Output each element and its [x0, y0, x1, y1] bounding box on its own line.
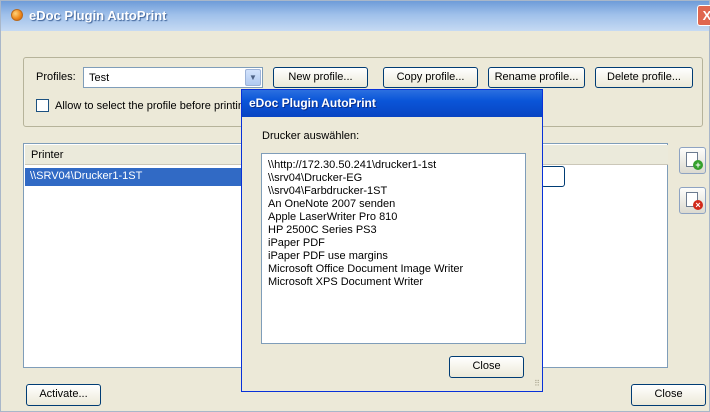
dialog-printer-item[interactable]: Microsoft Office Document Image Writer: [268, 263, 463, 275]
activate-button[interactable]: Activate...: [26, 384, 101, 406]
new-profile-button[interactable]: New profile...: [273, 67, 368, 88]
dialog-printer-item[interactable]: \\srv04\Farbdrucker-1ST: [268, 185, 387, 197]
printer-name: \\SRV04\Drucker1-1ST: [30, 170, 143, 182]
dialog-close-button[interactable]: Close: [449, 356, 524, 378]
dialog-printer-item[interactable]: Apple LaserWriter Pro 810: [268, 211, 397, 223]
printer-column-header: Printer: [31, 149, 64, 161]
dialog-printer-item[interactable]: Microsoft XPS Document Writer: [268, 276, 423, 288]
chevron-down-icon[interactable]: ▼: [245, 69, 261, 86]
remove-printer-icon: ×: [693, 200, 703, 210]
add-printer-icon: +: [693, 160, 703, 170]
window-close-button[interactable]: X: [697, 5, 710, 26]
dialog-printer-item[interactable]: An OneNote 2007 senden: [268, 198, 395, 210]
table-row[interactable]: \\SRV04\Drucker1-1ST: [25, 168, 245, 186]
dialog-title-bar[interactable]: eDoc Plugin AutoPrint: [242, 90, 542, 117]
close-button[interactable]: Close: [631, 384, 706, 406]
dialog-printer-item[interactable]: \\http://172.30.50.241\drucker1-1st: [268, 159, 436, 171]
rename-profile-button[interactable]: Rename profile...: [488, 67, 585, 88]
printer-select-dialog: eDoc Plugin AutoPrint Drucker auswählen:…: [241, 89, 543, 392]
dialog-printer-item[interactable]: HP 2500C Series PS3: [268, 224, 377, 236]
copy-profile-button[interactable]: Copy profile...: [383, 67, 478, 88]
dialog-title: eDoc Plugin AutoPrint: [249, 96, 376, 110]
add-printer-button[interactable]: +: [679, 147, 706, 174]
dialog-printer-item[interactable]: iPaper PDF: [268, 237, 325, 249]
app-icon: [11, 9, 23, 21]
dialog-prompt: Drucker auswählen:: [262, 130, 360, 142]
resize-grip-icon[interactable]: ⠿: [530, 379, 540, 389]
remove-printer-button[interactable]: ×: [679, 187, 706, 214]
profiles-label: Profiles:: [36, 71, 76, 83]
dialog-printer-item[interactable]: \\srv04\Drucker-EG: [268, 172, 362, 184]
profiles-selected-value: Test: [89, 72, 110, 84]
dialog-printer-item[interactable]: iPaper PDF use margins: [268, 250, 388, 262]
dialog-printer-list[interactable]: \\http://172.30.50.241\drucker1-1st \\srv…: [261, 153, 526, 344]
list-edit-button[interactable]: [541, 166, 565, 187]
main-title-bar[interactable]: eDoc Plugin AutoPrint X: [1, 1, 710, 31]
allow-select-label: Allow to select the profile before print…: [55, 100, 251, 112]
window-title: eDoc Plugin AutoPrint: [29, 8, 167, 23]
delete-profile-button[interactable]: Delete profile...: [595, 67, 693, 88]
allow-select-checkbox[interactable]: [36, 99, 49, 112]
profiles-dropdown[interactable]: Test ▼: [83, 67, 263, 88]
